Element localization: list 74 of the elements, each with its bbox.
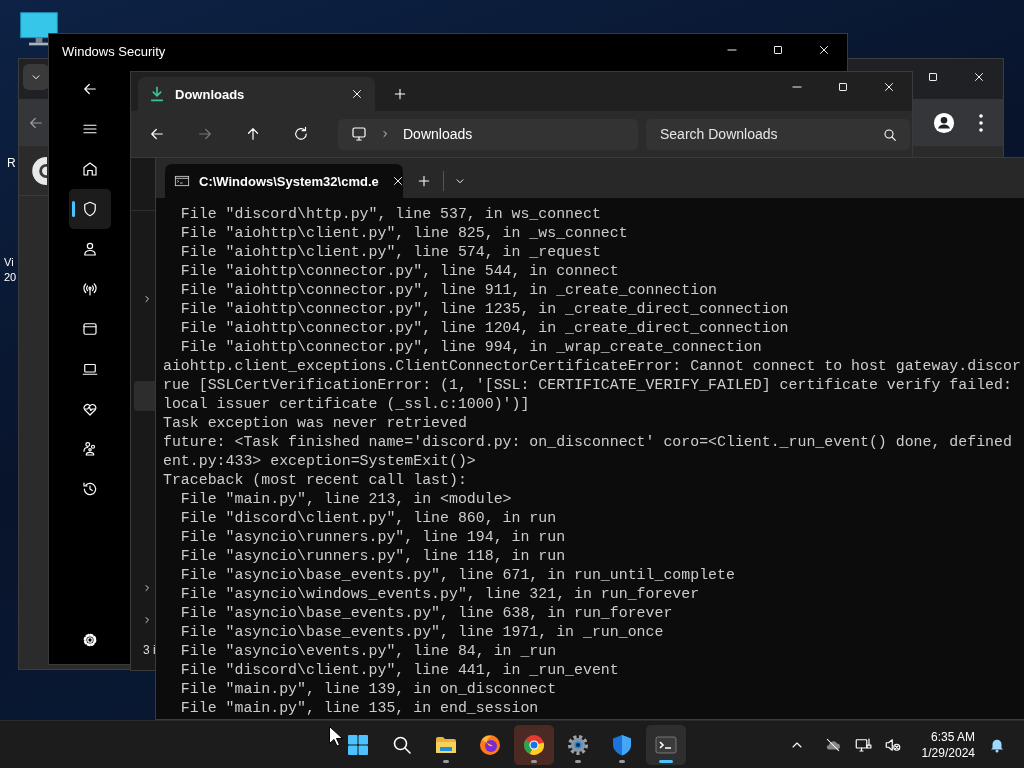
terminal-line: File "aiohttp\client.py", line 825, in _ws_connect bbox=[179, 224, 629, 243]
command-prompt-icon bbox=[174, 173, 190, 189]
status-text: 3 i bbox=[143, 643, 156, 657]
more-icon bbox=[979, 113, 983, 132]
terminal-line: File "aiohttp\connector.py", line 1235, in _create_direct_connection bbox=[179, 300, 790, 319]
terminal-line: File "asyncio\base_events.py", line 638, in run_forever bbox=[179, 604, 674, 623]
mouse-cursor-icon bbox=[329, 726, 343, 747]
antenna-icon bbox=[81, 280, 99, 298]
search-field[interactable]: Search Downloads bbox=[646, 118, 910, 150]
terminal-line: File "aiohttp\connector.py", line 1204, in _create_direct_connection bbox=[179, 319, 790, 338]
browser-icon bbox=[522, 732, 546, 757]
tab-label: Downloads bbox=[175, 86, 246, 102]
browser-icon bbox=[478, 732, 502, 757]
home-icon bbox=[81, 160, 99, 178]
terminal-line: rue [SSLCertVerificationError: (1, '[SSL: CERTIFICATE_VERIFY_FAILED] certificate verify failed: bbox=[163, 376, 1013, 395]
shield-icon bbox=[610, 732, 634, 757]
selection-indicator bbox=[72, 201, 75, 217]
terminal-line: ent.py:433> exception=SystemExit()> bbox=[163, 452, 477, 471]
person-icon bbox=[933, 111, 955, 134]
search-icon bbox=[882, 126, 898, 143]
terminal-line: Task exception was never retrieved bbox=[163, 414, 468, 433]
terminal-line: File "discord\http.py", line 537, in ws_connect bbox=[179, 205, 602, 224]
download-icon bbox=[148, 85, 166, 103]
desktop-icon-label[interactable]: R bbox=[7, 156, 16, 170]
terminal-line: aiohttp.client_exceptions.ClientConnectorCertificateError: Cannot connect to host gateway.discor bbox=[163, 357, 1022, 376]
maximize-icon bbox=[926, 70, 940, 84]
terminal-line: Traceback (most recent call last): bbox=[163, 471, 468, 490]
shield-icon bbox=[81, 200, 99, 218]
start-icon bbox=[346, 732, 370, 757]
terminal-line: File "asyncio\base_events.py", line 671, in run_until_complete bbox=[179, 566, 736, 585]
settings-icon bbox=[81, 631, 99, 649]
terminal-line: File "main.py", line 139, in on_disconnect bbox=[179, 680, 558, 699]
terminal-line: future: <Task finished name='discord.py: on_disconnect' coro=<Client._run_event() done, defined bbox=[163, 433, 1013, 452]
terminal-line: File "aiohttp\connector.py", line 994, in _wrap_create_connection bbox=[179, 338, 763, 357]
terminal-line: File "asyncio\base_events.py", line 1971, in _run_once bbox=[179, 623, 665, 642]
terminal-line: File "aiohttp\client.py", line 574, in _request bbox=[179, 243, 602, 262]
plus-icon bbox=[416, 173, 432, 189]
terminal-taskbar-icon[interactable] bbox=[646, 724, 686, 765]
breadcrumb: Downloads bbox=[403, 126, 473, 142]
close-icon bbox=[882, 80, 896, 94]
terminal-line: File "main.py", line 213, in <module> bbox=[179, 490, 513, 509]
terminal-line: File "asyncio\events.py", line 84, in _run bbox=[179, 642, 558, 661]
desktop-icon-label[interactable]: Vi bbox=[4, 255, 14, 269]
terminal-line: File "discord\client.py", line 441, in _run_event bbox=[179, 661, 620, 680]
tab-label: C:\Windows\System32\cmd.e bbox=[199, 173, 379, 189]
shield-nav-item[interactable] bbox=[69, 189, 111, 229]
terminal-line: File "asyncio\runners.py", line 118, in run bbox=[179, 547, 567, 566]
close-icon bbox=[972, 70, 986, 84]
person-icon bbox=[81, 240, 99, 258]
clock-date: 1/29/2024 bbox=[921, 744, 975, 761]
tab[interactable]: Downloads bbox=[138, 77, 375, 111]
tab[interactable]: C:\Windows\System32\cmd.e bbox=[165, 164, 403, 198]
close-icon bbox=[817, 43, 831, 57]
terminal-line: File "asyncio\windows_events.py", line 321, in run_forever bbox=[179, 585, 701, 604]
terminal-line: File "aiohttp\connector.py", line 544, in connect bbox=[179, 262, 620, 281]
browser-taskbar-icon[interactable] bbox=[514, 724, 554, 765]
terminal-line: File "asyncio\runners.py", line 194, in run bbox=[179, 528, 567, 547]
terminal-line: File "aiohttp\connector.py", line 911, in _create_connection bbox=[179, 281, 719, 300]
clock-time: 6:35 AM bbox=[930, 728, 975, 745]
terminal-line: File "discord\client.py", line 860, in run bbox=[179, 509, 558, 528]
window-title: Windows Security bbox=[61, 43, 166, 59]
close-icon bbox=[350, 87, 364, 101]
history-icon bbox=[81, 480, 99, 498]
maximize-icon bbox=[771, 43, 785, 57]
desktop-icon-label[interactable]: 20 bbox=[4, 270, 17, 284]
terminal-line: local issuer certificate (_ssl.c:1000)')] bbox=[163, 395, 531, 414]
app-window-icon bbox=[81, 320, 99, 338]
plus-icon bbox=[392, 86, 408, 102]
refresh-icon bbox=[292, 125, 310, 143]
maximize-icon bbox=[836, 80, 850, 94]
address-bar[interactable]: Downloads bbox=[338, 118, 638, 150]
gear-icon bbox=[566, 732, 590, 757]
computer-icon bbox=[350, 125, 368, 143]
terminal-line: File "main.py", line 135, in end_session bbox=[179, 699, 540, 718]
